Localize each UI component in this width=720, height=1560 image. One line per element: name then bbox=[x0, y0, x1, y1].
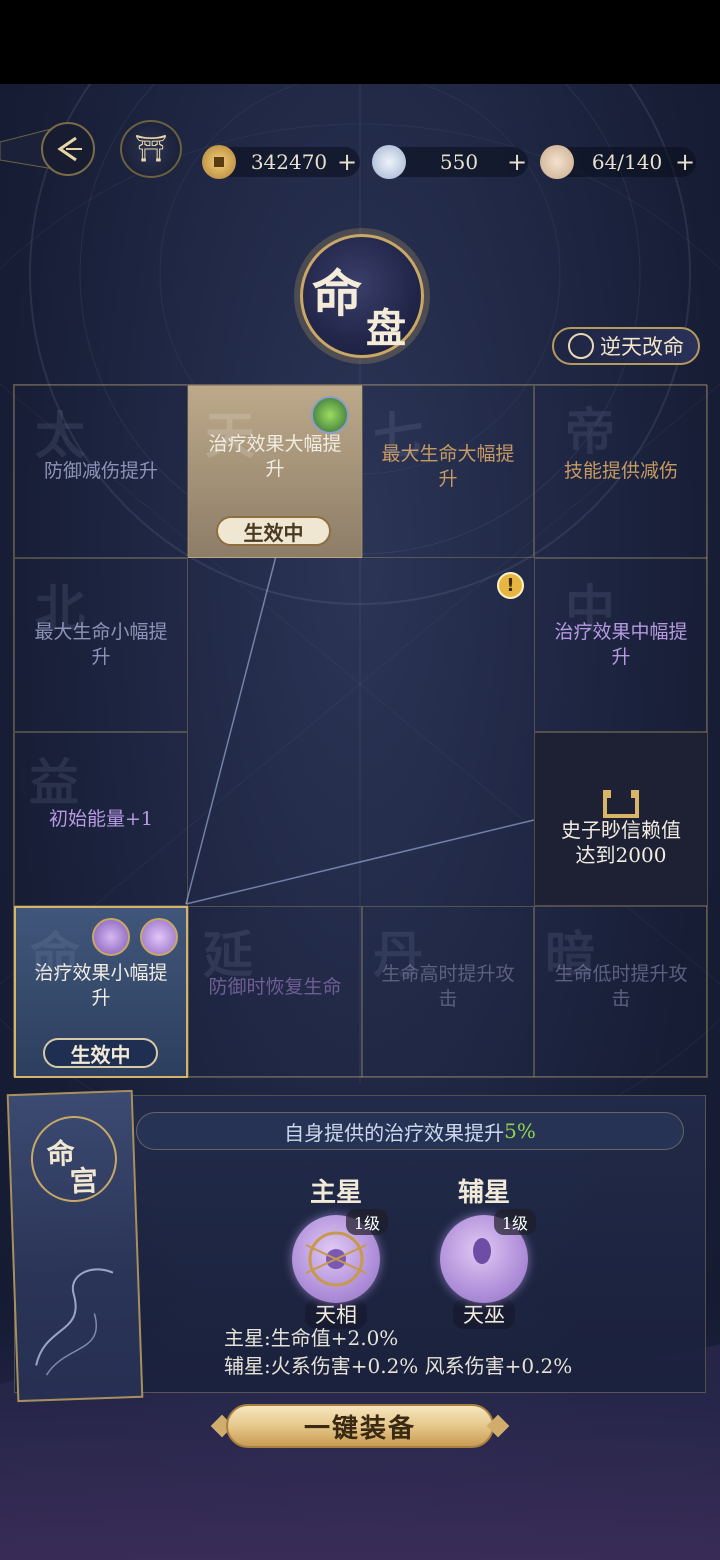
grid-cell-low-hp-attack[interactable]: 暗 生命低时提升攻击 bbox=[534, 906, 708, 1078]
grid-bg-char: 天 bbox=[205, 406, 255, 465]
main-star-heading: 主星 bbox=[309, 1178, 362, 1208]
coin-resource: 342470 + bbox=[202, 145, 358, 179]
description-text: 自身提供的治疗效果提升 bbox=[284, 1120, 505, 1145]
equip-button-face: 一键装备 bbox=[226, 1404, 494, 1448]
grid-bg-char: 丹 bbox=[373, 925, 423, 984]
back-arrow-icon bbox=[0, 122, 95, 176]
add-food-button[interactable]: + bbox=[674, 148, 696, 176]
grid-bg-char: 太 bbox=[35, 406, 85, 465]
grid-bg-char: 北 bbox=[35, 579, 85, 638]
grid-bg-char: 益 bbox=[29, 753, 79, 812]
grid-cell-max-hp-small[interactable]: 北 最大生命小幅提升 bbox=[14, 558, 188, 732]
back-button[interactable] bbox=[0, 120, 98, 178]
grid-cell-heal-small[interactable]: 命 治疗效果小幅提升 生效中 bbox=[14, 906, 188, 1078]
home-button[interactable]: ⛩ bbox=[120, 120, 182, 178]
grid-bg-char: 暗 bbox=[545, 925, 595, 984]
grid-bg-char: 帝 bbox=[565, 402, 615, 461]
grid-cell-heal-large[interactable]: 天 治疗效果大幅提升 生效中 bbox=[188, 385, 362, 558]
aux-star-level: 1级 bbox=[493, 1209, 536, 1235]
one-click-equip-button[interactable]: 一键装备 bbox=[210, 1402, 510, 1450]
grid-bg-char: 中 bbox=[565, 579, 615, 638]
reverse-fate-label: 逆天改命 bbox=[600, 335, 684, 359]
main-star-level: 1级 bbox=[345, 1209, 388, 1235]
palace-title-char2: 宫 bbox=[69, 1164, 99, 1199]
alert-icon[interactable]: ! bbox=[497, 572, 524, 599]
active-badge: 生效中 bbox=[216, 516, 331, 546]
active-badge: 生效中 bbox=[43, 1038, 158, 1068]
add-jade-button[interactable]: + bbox=[506, 148, 528, 176]
coin-value: 342470 bbox=[250, 150, 328, 174]
fate-disk-screen: ⛩ 342470 + 550 + 64/140 + 命 盘 逆天改命 太 防御减… bbox=[0, 0, 720, 1560]
palace-card: 命 宫 bbox=[6, 1089, 144, 1403]
grid-cell-initial-energy[interactable]: 益 初始能量+1 bbox=[14, 732, 188, 906]
grid-cell-heal-medium[interactable]: 中 治疗效果中幅提升 bbox=[534, 558, 708, 732]
status-bar bbox=[0, 0, 720, 84]
grid-cell-trust-locked[interactable]: 史子眇信赖值达到2000 bbox=[534, 732, 708, 906]
cell-label: 史子眇信赖值达到2000 bbox=[561, 818, 681, 867]
palace-description: 自身提供的治疗效果提升 5% bbox=[136, 1112, 684, 1150]
wave-decoration bbox=[35, 1268, 114, 1376]
jade-resource: 550 + bbox=[372, 145, 528, 179]
main-star-slot[interactable]: 主星 1级 天相 bbox=[286, 1172, 388, 1329]
food-value: 64/140 bbox=[591, 150, 663, 174]
grid-cell-defense-regen[interactable]: 延 防御时恢复生命 bbox=[188, 906, 362, 1078]
reverse-fate-button[interactable]: 逆天改命 bbox=[552, 327, 700, 365]
aux-star-heading: 辅星 bbox=[457, 1178, 510, 1208]
aux-star-stat: 辅星:火系伤害+0.2% 风系伤害+0.2% bbox=[224, 1354, 573, 1378]
grid-bg-char: 延 bbox=[203, 925, 253, 984]
cloud-jade-icon bbox=[372, 145, 406, 179]
lock-chest-icon bbox=[603, 790, 639, 818]
grid-cell-skill-reduction[interactable]: 帝 技能提供减伤 bbox=[534, 385, 708, 558]
purple-star-gem-icon bbox=[92, 918, 130, 956]
yin-yang-icon bbox=[568, 333, 594, 359]
food-resource: 64/140 + bbox=[540, 145, 696, 179]
food-bowl-icon bbox=[540, 145, 574, 179]
grid-cell-defense-reduction[interactable]: 太 防御减伤提升 bbox=[14, 385, 188, 558]
aux-star-orb: 1级 bbox=[440, 1209, 536, 1303]
main-star-stat: 主星:生命值+2.0% bbox=[224, 1326, 399, 1350]
title-char-pan: 盘 bbox=[366, 305, 406, 352]
grid-bg-char: 七 bbox=[373, 406, 423, 465]
jade-value: 550 bbox=[439, 150, 479, 174]
equip-label: 一键装备 bbox=[303, 1413, 416, 1444]
green-star-gem-icon bbox=[311, 396, 349, 434]
add-coin-button[interactable]: + bbox=[336, 148, 358, 176]
copper-coin-icon bbox=[202, 145, 236, 179]
aux-star-name: 天巫 bbox=[453, 1299, 515, 1329]
main-star-orb: 1级 bbox=[292, 1209, 388, 1303]
description-percent: 5% bbox=[504, 1119, 536, 1143]
pavilion-icon: ⛩ bbox=[134, 134, 168, 164]
fate-grid: 太 防御减伤提升 天 治疗效果大幅提升 生效中 七 最大生命大幅提升 帝 技能提… bbox=[13, 384, 708, 1078]
title-char-ming: 命 bbox=[312, 264, 362, 323]
grid-bg-char: 命 bbox=[30, 926, 80, 985]
aux-star-slot[interactable]: 辅星 1级 天巫 bbox=[434, 1172, 536, 1329]
grid-cell-max-hp-large[interactable]: 七 最大生命大幅提升 bbox=[362, 385, 534, 558]
cell-label: 治疗效果中幅提升 bbox=[554, 621, 688, 668]
crescent-star-gem-icon bbox=[140, 918, 178, 956]
grid-cell-high-hp-attack[interactable]: 丹 生命高时提升攻击 bbox=[362, 906, 534, 1078]
